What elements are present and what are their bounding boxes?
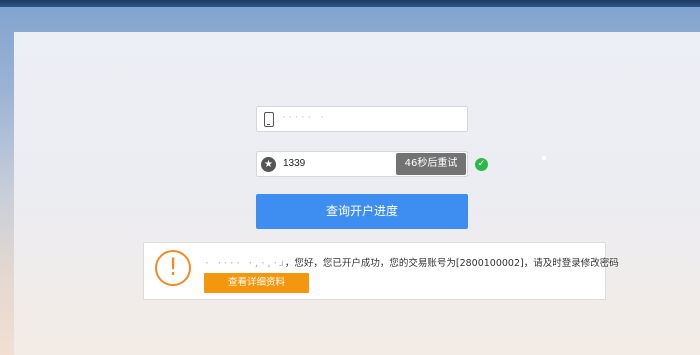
verification-code-field[interactable]: ★ 1339 46秒后重试 (256, 151, 468, 177)
exclamation-icon: ! (155, 250, 191, 286)
result-message-box: ! · ···· ·,·,·ɹ，您好，您已开户成功，您的交易账号为[280010… (143, 242, 619, 300)
resend-code-button[interactable]: 46秒后重试 (396, 153, 466, 175)
query-progress-button[interactable]: 查询开户进度 (256, 194, 468, 229)
result-message-text: ，您好，您已开户成功，您的交易账号为[2800100002]，请及时登录修改密码 (284, 258, 619, 269)
check-icon: ✓ (475, 158, 488, 171)
masked-account-name: · ···· ·,·,·ɹ (204, 258, 285, 269)
phone-field[interactable]: ····· · (256, 106, 468, 132)
decorative-dot (542, 156, 546, 160)
view-details-button[interactable]: 查看详细资料 (204, 273, 309, 293)
star-icon: ★ (261, 157, 276, 172)
result-message: · ···· ·,·,·ɹ，您好，您已开户成功，您的交易账号为[28001000… (204, 255, 619, 269)
verification-code-value: 1339 (283, 158, 306, 169)
phone-icon (264, 112, 274, 127)
top-bar (0, 0, 700, 7)
phone-value: ····· · (281, 113, 326, 123)
